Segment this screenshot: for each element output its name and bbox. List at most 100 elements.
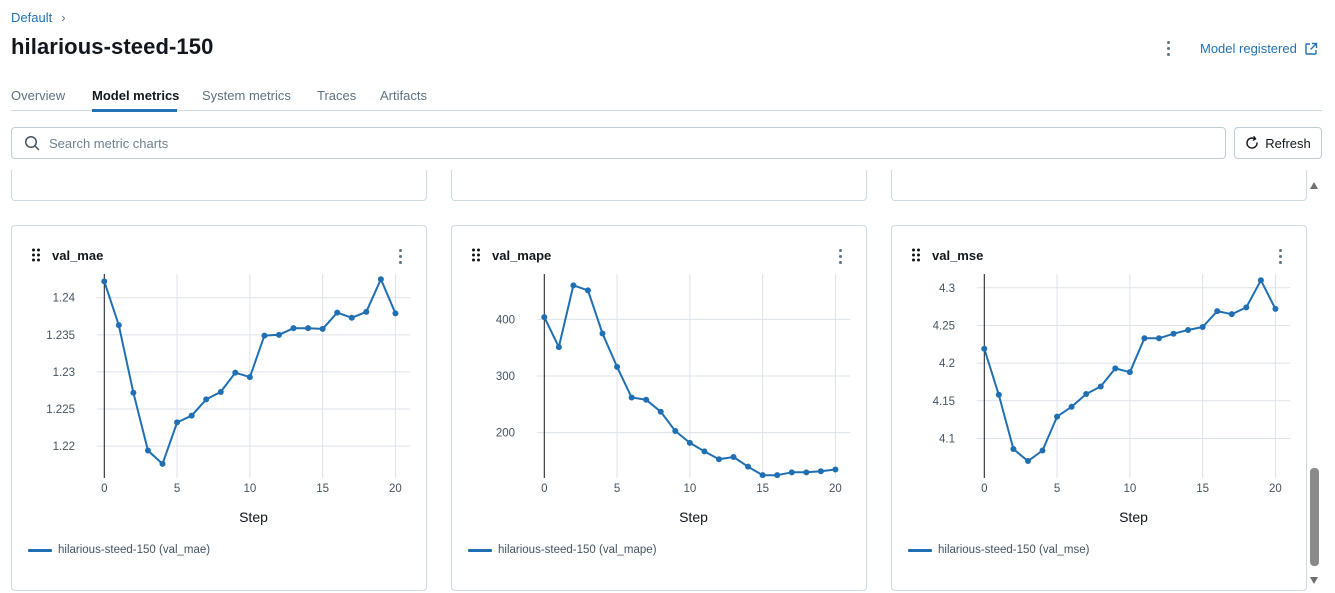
- data-point[interactable]: [614, 363, 621, 370]
- data-point[interactable]: [759, 472, 766, 479]
- data-point[interactable]: [672, 427, 679, 434]
- legend-label: hilarious-steed-150 (val_mape): [498, 544, 657, 556]
- data-point[interactable]: [1155, 335, 1162, 342]
- y-tick-label: 1.235: [46, 330, 75, 342]
- scrollbar-thumb[interactable]: [1310, 468, 1319, 566]
- data-point[interactable]: [377, 276, 384, 283]
- data-point[interactable]: [1141, 335, 1148, 342]
- y-tick-label: 1.23: [53, 367, 75, 379]
- data-point[interactable]: [1024, 458, 1031, 465]
- data-point[interactable]: [803, 469, 810, 476]
- data-point[interactable]: [174, 419, 181, 426]
- data-point[interactable]: [203, 396, 210, 403]
- data-point[interactable]: [1272, 305, 1279, 312]
- tab-model-metrics[interactable]: Model metrics: [92, 88, 179, 103]
- data-point[interactable]: [232, 369, 239, 376]
- data-point[interactable]: [1228, 311, 1235, 318]
- legend-item[interactable]: hilarious-steed-150 (val_mse): [908, 544, 1089, 556]
- chart-card-partial: [451, 170, 867, 201]
- data-point[interactable]: [643, 396, 650, 403]
- data-point[interactable]: [832, 466, 839, 473]
- data-point[interactable]: [246, 374, 253, 381]
- data-point[interactable]: [730, 454, 737, 461]
- data-point[interactable]: [715, 456, 722, 463]
- data-point[interactable]: [290, 325, 297, 332]
- data-point[interactable]: [599, 330, 606, 337]
- data-point[interactable]: [1170, 330, 1177, 337]
- tab-system-metrics[interactable]: System metrics: [202, 88, 291, 103]
- data-point[interactable]: [541, 314, 548, 321]
- chart-plot[interactable]: 0 5 10 15 20 1.22 1.225 1.23 1.235 1.24 Step: [12, 226, 428, 536]
- x-tick-label: 10: [683, 483, 696, 495]
- kebab-menu-icon[interactable]: [1160, 38, 1176, 58]
- data-point[interactable]: [1185, 326, 1192, 333]
- page-title: hilarious-steed-150: [11, 34, 214, 59]
- data-point[interactable]: [115, 322, 122, 329]
- data-point[interactable]: [570, 282, 577, 289]
- data-point[interactable]: [1068, 403, 1075, 410]
- data-point[interactable]: [363, 308, 370, 315]
- chart-plot[interactable]: 0 5 10 15 20 4.1 4.15 4.2 4.25 4.3 Step: [892, 226, 1308, 536]
- model-registered-link[interactable]: Model registered: [1200, 41, 1318, 56]
- legend-item[interactable]: hilarious-steed-150 (val_mape): [468, 544, 657, 556]
- scrollbar[interactable]: [1308, 178, 1321, 586]
- search-input[interactable]: [49, 135, 1149, 151]
- chart-plot[interactable]: 0 5 10 15 20 200 300 400 Step: [452, 226, 868, 536]
- data-point[interactable]: [1010, 445, 1017, 452]
- scroll-up-icon[interactable]: [1310, 182, 1318, 189]
- data-point[interactable]: [1083, 391, 1090, 398]
- x-tick-label: 0: [101, 483, 107, 495]
- y-tick-label: 400: [496, 314, 515, 326]
- x-tick-label: 5: [174, 483, 180, 495]
- data-point[interactable]: [555, 344, 562, 351]
- data-point[interactable]: [275, 331, 282, 338]
- data-point[interactable]: [817, 468, 824, 475]
- x-tick-label: 20: [1269, 483, 1282, 495]
- data-point[interactable]: [1199, 323, 1206, 330]
- data-point[interactable]: [1097, 383, 1104, 390]
- legend-swatch: [28, 548, 52, 552]
- chart-card-partial: [891, 170, 1307, 201]
- data-point[interactable]: [584, 287, 591, 294]
- data-point[interactable]: [392, 310, 399, 317]
- tab-artifacts[interactable]: Artifacts: [380, 88, 427, 103]
- data-point[interactable]: [1214, 308, 1221, 315]
- x-tick-label: 5: [1054, 483, 1060, 495]
- data-point[interactable]: [1243, 304, 1250, 311]
- legend-item[interactable]: hilarious-steed-150 (val_mae): [28, 544, 210, 556]
- data-point[interactable]: [995, 391, 1002, 398]
- data-point[interactable]: [101, 278, 108, 285]
- data-point[interactable]: [774, 472, 781, 479]
- x-axis-title: Step: [1119, 509, 1148, 525]
- data-point[interactable]: [188, 412, 195, 419]
- data-point[interactable]: [1039, 447, 1046, 454]
- refresh-button[interactable]: Refresh: [1234, 127, 1322, 159]
- data-point[interactable]: [217, 388, 224, 395]
- data-point[interactable]: [144, 447, 151, 454]
- data-point[interactable]: [1126, 369, 1133, 376]
- data-point[interactable]: [686, 439, 693, 446]
- tab-overview[interactable]: Overview: [11, 88, 65, 103]
- data-point[interactable]: [319, 325, 326, 332]
- legend-swatch: [468, 548, 492, 552]
- data-point[interactable]: [130, 389, 137, 396]
- data-point[interactable]: [159, 460, 166, 467]
- scroll-down-icon[interactable]: [1310, 577, 1318, 584]
- data-point[interactable]: [1257, 277, 1264, 284]
- tab-traces[interactable]: Traces: [317, 88, 356, 103]
- data-point[interactable]: [305, 325, 312, 332]
- data-point[interactable]: [334, 309, 341, 316]
- data-point[interactable]: [1112, 365, 1119, 372]
- data-point[interactable]: [628, 394, 635, 401]
- y-tick-label: 4.1: [939, 433, 955, 445]
- data-point[interactable]: [348, 314, 355, 321]
- data-point[interactable]: [657, 408, 664, 415]
- data-point[interactable]: [261, 332, 268, 339]
- data-point[interactable]: [788, 469, 795, 476]
- data-point[interactable]: [745, 463, 752, 470]
- data-point[interactable]: [701, 448, 708, 455]
- data-point[interactable]: [1054, 413, 1061, 420]
- x-tick-label: 20: [389, 483, 402, 495]
- data-point[interactable]: [981, 345, 988, 352]
- breadcrumb-link-default[interactable]: Default: [11, 10, 52, 25]
